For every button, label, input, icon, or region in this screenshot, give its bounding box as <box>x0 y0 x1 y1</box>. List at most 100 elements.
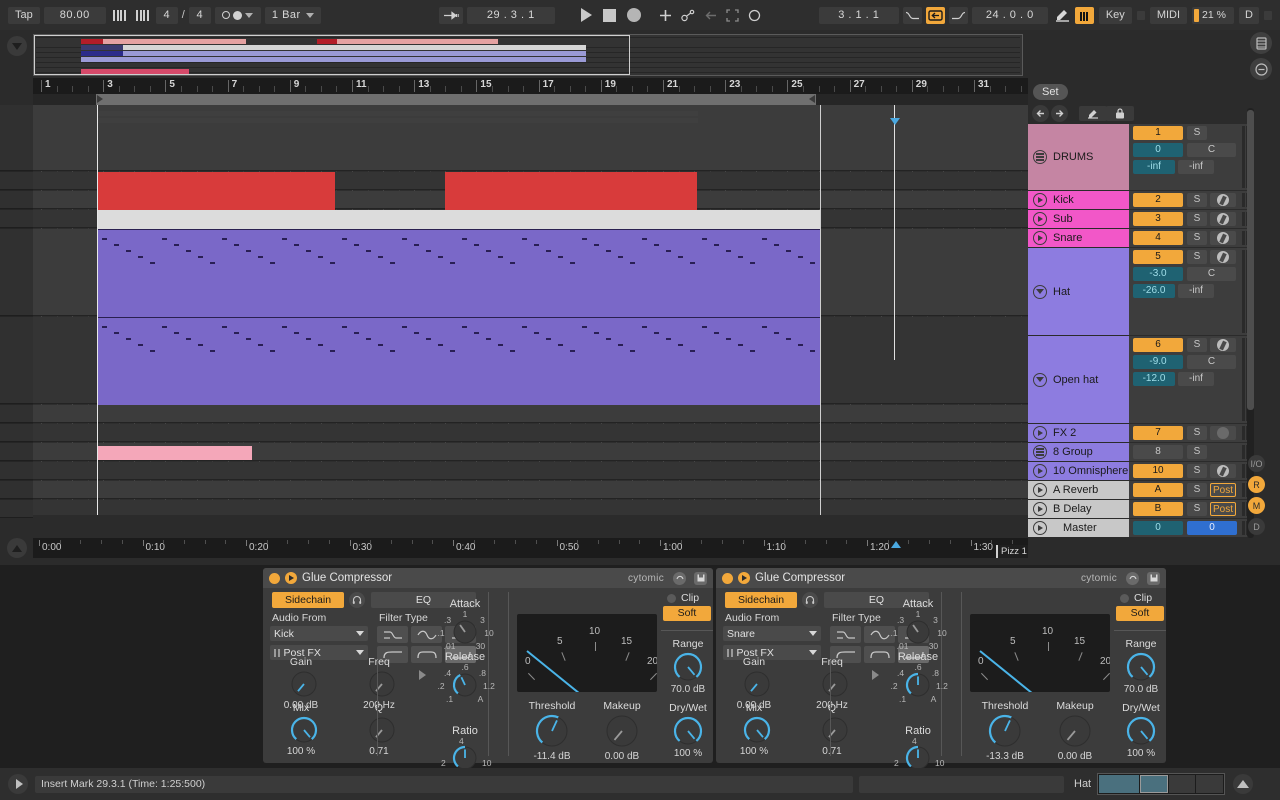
record-button[interactable] <box>626 8 641 22</box>
delay-button[interactable]: D <box>1248 518 1265 535</box>
arrangement-clip[interactable] <box>445 172 697 191</box>
midi-map-button[interactable]: MIDI <box>1149 6 1188 24</box>
knob-makeup[interactable] <box>1058 714 1092 751</box>
track-header[interactable]: Open hat 6 S -9.0 C -12.0 -inf <box>1028 336 1252 424</box>
track-name-cell[interactable]: Open hat <box>1028 336 1129 424</box>
arrangement-track-row[interactable] <box>33 500 1028 515</box>
loop-length-field[interactable]: 24 . 0 . 0 <box>971 6 1048 24</box>
track-number-button[interactable]: 6 <box>1133 338 1183 352</box>
device-save-icon[interactable] <box>1147 571 1160 585</box>
device-power-icon[interactable] <box>285 572 297 584</box>
help-toggle-icon[interactable] <box>1250 58 1272 80</box>
mixer-button[interactable]: M <box>1248 497 1265 514</box>
playhead[interactable] <box>97 105 98 515</box>
knob-release[interactable] <box>905 672 931 701</box>
solo-button[interactable]: S <box>1187 193 1207 207</box>
knob-range[interactable] <box>1126 652 1156 685</box>
knob-drywet[interactable] <box>1126 716 1156 749</box>
post-button[interactable]: Post <box>1210 502 1236 516</box>
track-name-cell[interactable]: Master <box>1028 519 1129 538</box>
back-to-arrangement-icon[interactable] <box>705 10 717 21</box>
knob-gain[interactable] <box>290 670 318 701</box>
soft-clip-button[interactable]: Soft <box>1116 606 1164 621</box>
crossfade-button[interactable]: C <box>1187 355 1236 369</box>
metronome-icon[interactable] <box>110 7 129 24</box>
device-power-icon[interactable] <box>738 572 750 584</box>
track-lane-cell[interactable] <box>0 462 33 480</box>
track-pan-value[interactable]: -3.0 <box>1133 267 1183 281</box>
chain-thumb[interactable] <box>1168 775 1196 793</box>
solo-button[interactable]: S <box>1187 126 1207 140</box>
follow-icon[interactable] <box>438 6 463 24</box>
play-icon[interactable] <box>1033 212 1047 226</box>
track-name-cell[interactable]: 10 Omnisphere <box>1028 462 1129 481</box>
status-help-icon[interactable] <box>8 774 28 794</box>
arrangement-canvas[interactable] <box>33 105 1028 515</box>
lock-icon[interactable] <box>1106 106 1134 121</box>
chain-thumb[interactable] <box>1196 775 1224 793</box>
knob-attack[interactable] <box>452 619 478 648</box>
solo-button[interactable]: S <box>1187 231 1207 245</box>
returns-button[interactable]: R <box>1248 476 1265 493</box>
arm-record-button[interactable] <box>1210 212 1236 226</box>
play-button[interactable] <box>580 8 592 22</box>
chevron-down-icon[interactable] <box>1033 284 1047 299</box>
time-ruler[interactable]: 0:00 0:10 0:20 0:30 0:40 0:50 1:00 1:10 1:20 1:30 <box>33 538 1055 558</box>
arrangement-clip[interactable] <box>98 118 698 123</box>
low-shelf-filter-icon[interactable] <box>377 626 408 643</box>
track-number-button[interactable]: 5 <box>1133 250 1183 264</box>
metronome-mode-dropdown[interactable] <box>214 6 261 24</box>
time-signature-denominator[interactable]: 4 <box>188 6 211 24</box>
device-help-icon[interactable] <box>673 571 686 585</box>
arm-record-button[interactable] <box>1210 250 1236 264</box>
pencil-icon[interactable] <box>1055 8 1070 22</box>
arrangement-clip[interactable] <box>445 191 697 210</box>
track-header[interactable]: Snare 4 S <box>1028 229 1252 248</box>
solo-button[interactable]: S <box>1187 502 1207 516</box>
audio-from-dropdown[interactable]: Kick <box>270 626 368 641</box>
track-name-cell[interactable]: B Delay <box>1028 500 1129 519</box>
draw-mode-icon[interactable] <box>748 9 761 22</box>
loop-brace[interactable] <box>33 94 1028 105</box>
sidechain-toggle-button[interactable]: Sidechain <box>272 592 344 608</box>
arm-record-button[interactable] <box>1210 338 1236 352</box>
solo-button[interactable]: S <box>1187 426 1207 440</box>
browser-toggle-icon[interactable] <box>1250 32 1272 54</box>
knob-q[interactable] <box>368 716 396 747</box>
crossfade-button[interactable]: C <box>1187 267 1236 281</box>
arrangement-position-field[interactable]: 29 . 3 . 1 <box>466 6 555 24</box>
chain-thumb[interactable] <box>1139 775 1168 793</box>
play-icon[interactable] <box>1033 521 1047 535</box>
track-lane-cell[interactable] <box>0 500 33 518</box>
device-activator-led[interactable] <box>722 572 733 584</box>
track-lane-cell[interactable] <box>0 317 33 404</box>
solo-button[interactable]: S <box>1187 483 1207 497</box>
track-volume-value[interactable]: -26.0 <box>1133 284 1175 298</box>
insert-marker[interactable] <box>894 105 895 360</box>
arm-record-button[interactable] <box>1210 193 1236 207</box>
track-lane-cell[interactable] <box>0 405 33 423</box>
track-number-button[interactable]: 1 <box>1133 126 1183 140</box>
track-header[interactable]: A Reverb A S Post <box>1028 481 1252 500</box>
arrangement-clip[interactable] <box>98 210 820 229</box>
track-name-cell[interactable]: Snare <box>1028 229 1129 248</box>
knob-mix[interactable] <box>743 716 771 747</box>
arm-record-button[interactable] <box>1210 464 1236 478</box>
track-header[interactable]: FX 2 7S <box>1028 424 1252 443</box>
track-number-button[interactable]: 7 <box>1133 426 1183 440</box>
master-pan-value[interactable]: 0 <box>1187 521 1237 535</box>
track-volume-value[interactable]: -inf <box>1133 160 1175 174</box>
play-icon[interactable] <box>1033 193 1047 207</box>
loop-selection-icon[interactable] <box>726 8 739 22</box>
track-volume-right-value[interactable]: -inf <box>1178 284 1214 298</box>
track-volume-right-value[interactable]: -inf <box>1178 372 1214 386</box>
knob-release[interactable] <box>452 672 478 701</box>
knob-makeup[interactable] <box>605 714 639 751</box>
track-lane-cell[interactable] <box>0 105 33 171</box>
track-header[interactable]: Sub 3 S <box>1028 210 1252 229</box>
track-header[interactable]: B Delay B S Post <box>1028 500 1252 519</box>
arm-record-button[interactable] <box>1210 231 1236 245</box>
loop-start-field[interactable]: 3 . 1 . 1 <box>818 6 899 24</box>
arrangement-clip[interactable] <box>98 446 252 460</box>
track-header[interactable]: Hat 5 S -3.0 C -26.0 -inf <box>1028 248 1252 336</box>
